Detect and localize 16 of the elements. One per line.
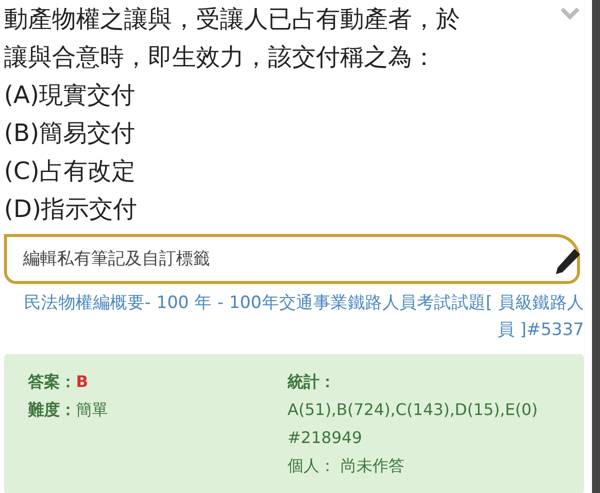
answer-value: B bbox=[76, 372, 88, 391]
stats-label: 統計： bbox=[288, 371, 337, 393]
question-text: 動產物權之讓與，受讓人已占有動產者，於讓與合意時，即生效力，該交付稱之為： bbox=[4, 4, 461, 73]
answer-option: (B)簡易交付 bbox=[4, 114, 592, 152]
answer-option: (A)現實交付 bbox=[4, 76, 592, 114]
personal-status: 個人： 尚未作答 bbox=[288, 455, 406, 477]
difficulty-label: 難度： bbox=[28, 400, 76, 419]
stats-text: A(51),B(724),C(143),D(15),E(0) bbox=[288, 399, 539, 421]
answer-option: (C)占有改定 bbox=[4, 152, 592, 190]
pencil-icon[interactable] bbox=[554, 246, 582, 276]
difficulty-value: 簡單 bbox=[76, 400, 108, 419]
answer-label: 答案： bbox=[28, 372, 76, 391]
answer-option: (D)指示交付 bbox=[4, 190, 592, 228]
stats-id: #218949 bbox=[288, 427, 363, 449]
source-link[interactable]: 民法物權編概要- 100 年 - 100年交通事業鐵路人員考試試題[ 員級鐵路人員 ]#5337 bbox=[24, 290, 584, 344]
note-field[interactable]: 編輯私有筆記及自訂標籤 bbox=[4, 234, 580, 284]
